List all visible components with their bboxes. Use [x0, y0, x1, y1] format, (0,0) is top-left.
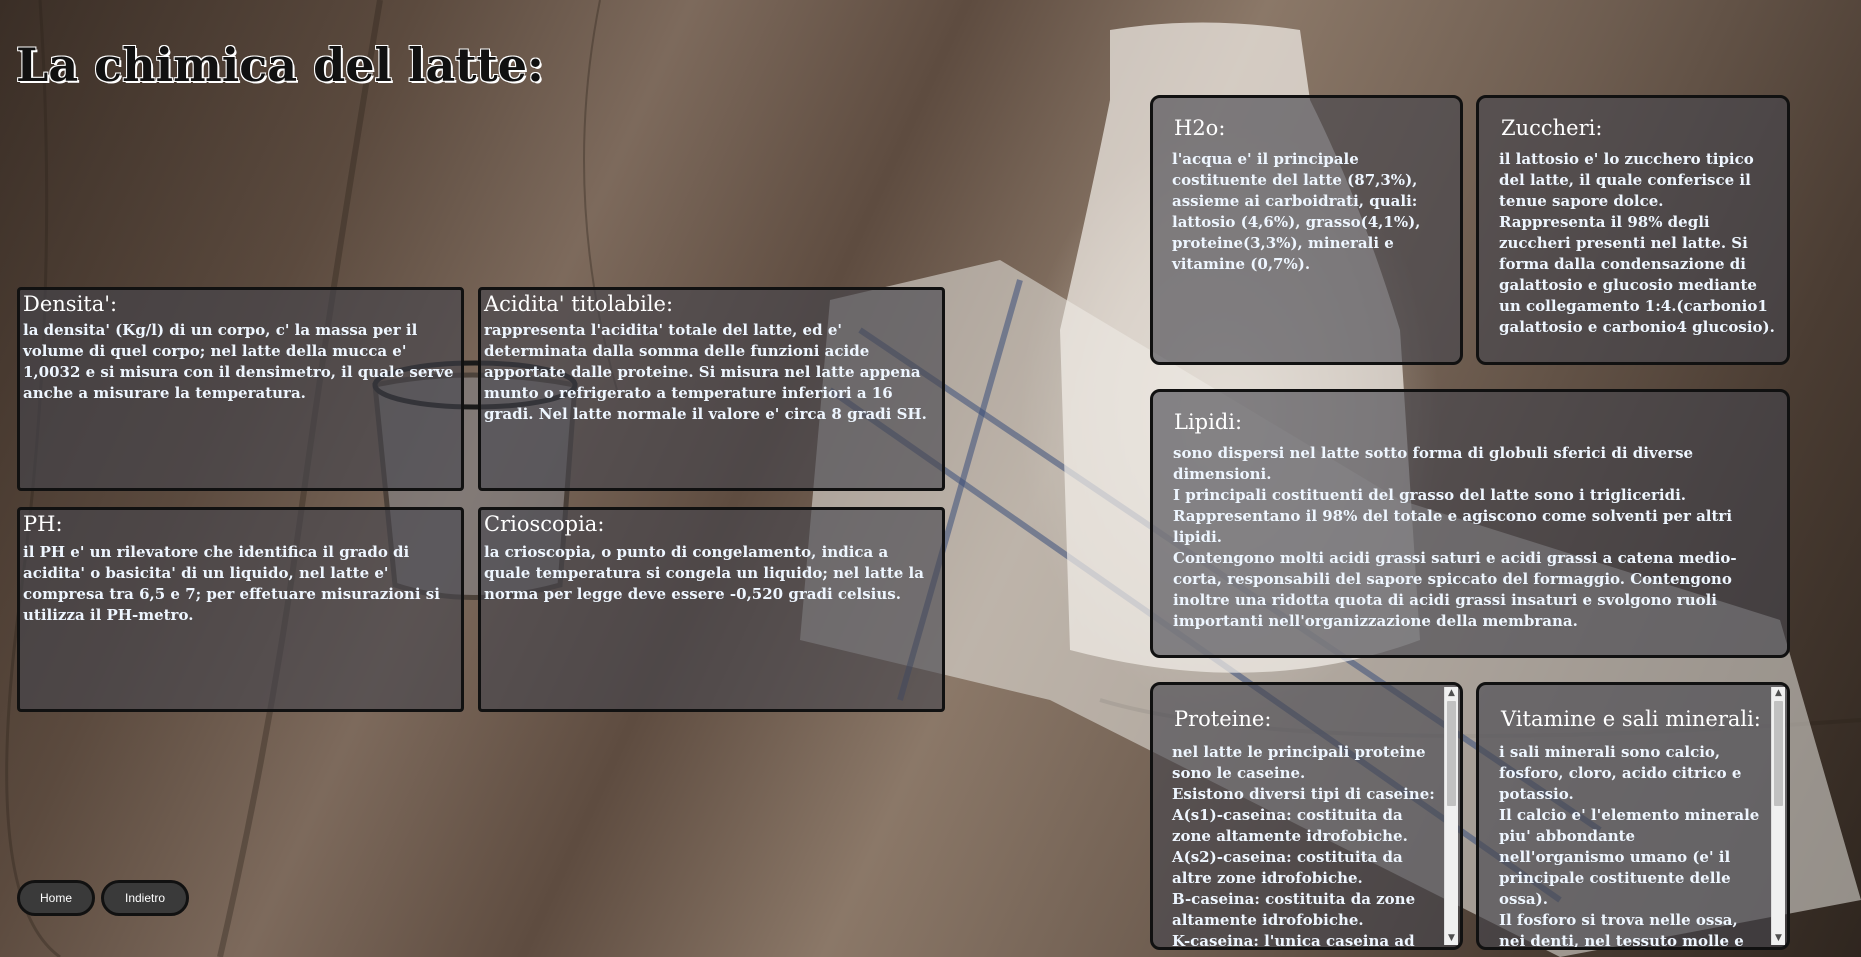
- card-zuccheri-title: Zuccheri:: [1501, 116, 1603, 140]
- card-proteine-title: Proteine:: [1174, 707, 1272, 731]
- card-lipidi-text: sono dispersi nel latte sotto forma di g…: [1173, 444, 1737, 630]
- card-lipidi-title: Lipidi:: [1174, 410, 1243, 434]
- card-acidita-text: rappresenta l'acidita' totale del latte,…: [484, 321, 927, 423]
- card-densita: Densita': la densita' (Kg/l) di un corpo…: [17, 287, 464, 491]
- card-ph-text: il PH e' un rilevatore che identifica il…: [23, 543, 440, 624]
- proteine-scrollbar[interactable]: ▲ ▼: [1444, 687, 1458, 945]
- page-title: La chimica del latte:: [16, 38, 545, 92]
- vitamine-scrollbar[interactable]: ▲ ▼: [1771, 687, 1785, 945]
- card-ph: PH: il PH e' un rilevatore che identific…: [17, 507, 464, 712]
- card-proteine-text: nel latte le principali proteine sono le…: [1172, 743, 1435, 950]
- card-zuccheri-text: il lattosio e' lo zucchero tipico del la…: [1499, 150, 1775, 336]
- card-vitamine-title: Vitamine e sali minerali:: [1501, 707, 1761, 731]
- scroll-up-icon[interactable]: ▲: [1772, 687, 1785, 700]
- card-crioscopia-title: Crioscopia:: [484, 512, 605, 536]
- card-h2o-text: l'acqua e' il principale costituente del…: [1172, 150, 1421, 273]
- card-proteine[interactable]: Proteine: nel latte le principali protei…: [1150, 682, 1463, 950]
- back-button[interactable]: Indietro: [101, 880, 189, 916]
- scroll-down-icon[interactable]: ▼: [1772, 932, 1785, 945]
- card-crioscopia: Crioscopia: la crioscopia, o punto di co…: [478, 507, 945, 712]
- card-lipidi: Lipidi: sono dispersi nel latte sotto fo…: [1150, 389, 1790, 658]
- card-acidita-title: Acidita' titolabile:: [484, 292, 674, 316]
- scrollbar-thumb[interactable]: [1447, 701, 1456, 806]
- card-crioscopia-text: la crioscopia, o punto di congelamento, …: [484, 543, 924, 603]
- card-densita-text: la densita' (Kg/l) di un corpo, c' la ma…: [23, 321, 454, 402]
- card-vitamine[interactable]: Vitamine e sali minerali: i sali mineral…: [1476, 682, 1790, 950]
- card-h2o: H2o: l'acqua e' il principale costituent…: [1150, 95, 1463, 365]
- card-vitamine-text: i sali minerali sono calcio, fosforo, cl…: [1499, 743, 1760, 950]
- scrollbar-thumb[interactable]: [1774, 701, 1783, 806]
- card-densita-title: Densita':: [23, 292, 118, 316]
- card-zuccheri: Zuccheri: il lattosio e' lo zucchero tip…: [1476, 95, 1790, 365]
- card-ph-title: PH:: [23, 512, 63, 536]
- card-acidita: Acidita' titolabile: rappresenta l'acidi…: [478, 287, 945, 491]
- scroll-down-icon[interactable]: ▼: [1445, 932, 1458, 945]
- home-button[interactable]: Home: [17, 880, 95, 916]
- card-h2o-title: H2o:: [1174, 116, 1226, 140]
- scroll-up-icon[interactable]: ▲: [1445, 687, 1458, 700]
